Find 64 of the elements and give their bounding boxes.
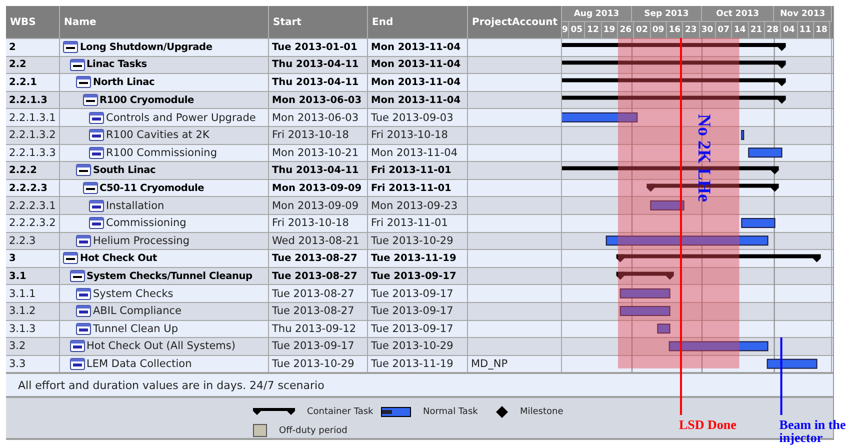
task-icon: [76, 305, 91, 318]
task-name: Installation: [106, 200, 164, 212]
month-header: Nov 2013: [774, 6, 832, 22]
task-icon: [76, 76, 91, 88]
normal-task-icon: [381, 407, 411, 418]
task-bar: [741, 218, 776, 228]
off-duty-swatch: [253, 424, 267, 438]
task-name: North Linac: [93, 76, 155, 88]
task-icon: [76, 322, 91, 335]
task-bar: [620, 306, 670, 316]
legend-label: Container Task: [307, 407, 374, 418]
milestone-icon: [496, 406, 508, 418]
month-header: Aug 2013: [562, 6, 632, 22]
task-icon: [89, 217, 104, 230]
band-label: No 2K LHe: [694, 114, 715, 202]
task-icon: [63, 252, 78, 264]
footnote: All effort and duration values are in days. 24/7 scenario: [18, 378, 324, 392]
task-name: System Checks/Tunnel Cleanup: [86, 270, 252, 282]
task-bar: [748, 148, 782, 158]
task-bar: [766, 358, 818, 369]
task-name: South Linac: [93, 164, 156, 176]
task-bar: [620, 288, 670, 298]
task-icon: [70, 270, 84, 282]
legend-label: Off-duty period: [279, 426, 348, 436]
task-name: System Checks: [93, 288, 174, 300]
legend-label: Normal Task: [423, 407, 478, 418]
container-bar: [616, 272, 674, 280]
task-icon: [76, 234, 91, 247]
task-name: Hot Check Out: [80, 252, 157, 264]
task-icon: [89, 112, 104, 124]
task-name: R100 Commissioning: [106, 146, 217, 159]
task-name: Tunnel Clean Up: [93, 322, 178, 335]
month-header: Sep 2013: [632, 6, 702, 22]
task-icon: [63, 41, 78, 54]
task-bar: [657, 324, 670, 334]
task-icon: [76, 164, 91, 176]
task-name: C50-11 Cryomodule: [100, 182, 204, 194]
legend-label: Milestone: [520, 407, 564, 418]
marker-label: LSD Done: [678, 418, 738, 431]
task-icon: [76, 288, 91, 300]
task-name: ABIL Compliance: [93, 305, 182, 318]
task-name: LEM Data Collection: [86, 358, 192, 370]
task-icon: [82, 182, 98, 194]
task-icon: [70, 340, 84, 352]
task-name: Commissioning: [106, 217, 186, 230]
container-task-icon: [253, 408, 295, 416]
task-bar: [741, 130, 744, 140]
table-cell: MD_NP: [471, 358, 508, 370]
task-icon: [89, 129, 104, 142]
task-name: R100 Cavities at 2K: [106, 129, 210, 142]
task-icon: [89, 200, 104, 212]
task-icon: [70, 358, 84, 370]
task-icon: [82, 94, 98, 106]
task-bar: [650, 200, 684, 210]
task-icon: [89, 146, 104, 159]
task-name: Controls and Power Upgrade: [106, 112, 256, 124]
task-name: Hot Check Out (All Systems): [86, 340, 236, 352]
task-name: R100 Cryomodule: [100, 94, 194, 106]
task-icon: [70, 58, 84, 71]
task-name: Helium Processing: [93, 234, 190, 247]
month-header: Oct 2013: [702, 6, 774, 22]
marker-label: Beam in the injector: [779, 418, 847, 444]
task-name: Linac Tasks: [86, 59, 147, 70]
task-name: Long Shutdown/Upgrade: [80, 42, 212, 53]
